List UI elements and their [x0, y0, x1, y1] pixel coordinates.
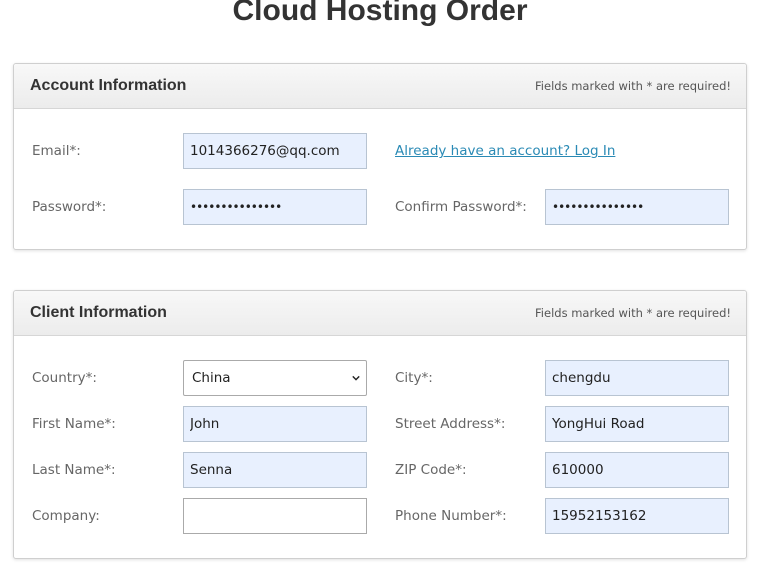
first-name-label: First Name*: — [32, 416, 116, 432]
country-label: Country*: — [32, 370, 97, 386]
confirm-password-label: Confirm Password*: — [395, 199, 527, 215]
country-selected-value: China — [192, 370, 231, 386]
street-address-label: Street Address*: — [395, 416, 506, 432]
required-fields-note: Fields marked with * are required! — [535, 306, 731, 320]
phone-number-label: Phone Number*: — [395, 508, 507, 524]
phone-number-field[interactable] — [545, 498, 729, 534]
zip-code-field[interactable] — [545, 452, 729, 488]
company-field[interactable] — [183, 498, 367, 534]
country-select[interactable]: China — [183, 360, 367, 396]
login-link[interactable]: Already have an account? Log In — [395, 142, 615, 160]
password-label: Password*: — [32, 199, 107, 215]
last-name-field[interactable] — [183, 452, 367, 488]
zip-code-label: ZIP Code*: — [395, 462, 467, 478]
client-panel-title: Client Information — [30, 304, 167, 321]
email-field[interactable] — [183, 133, 367, 169]
client-information-panel: Client Information Fields marked with * … — [13, 290, 747, 559]
city-field[interactable] — [545, 360, 729, 396]
client-panel-header: Client Information Fields marked with * … — [14, 291, 746, 336]
password-field[interactable] — [183, 189, 367, 225]
confirm-password-field[interactable] — [545, 189, 729, 225]
last-name-label: Last Name*: — [32, 462, 116, 478]
company-label: Company: — [32, 508, 100, 524]
first-name-field[interactable] — [183, 406, 367, 442]
chevron-down-icon — [352, 375, 360, 381]
street-address-field[interactable] — [545, 406, 729, 442]
email-label: Email*: — [32, 143, 81, 159]
account-information-panel: Account Information Fields marked with *… — [13, 63, 747, 250]
account-panel-header: Account Information Fields marked with *… — [14, 64, 746, 109]
account-panel-title: Account Information — [30, 77, 187, 94]
city-label: City*: — [395, 370, 433, 386]
page-title: Cloud Hosting Order — [232, 0, 528, 27]
required-fields-note: Fields marked with * are required! — [535, 79, 731, 93]
